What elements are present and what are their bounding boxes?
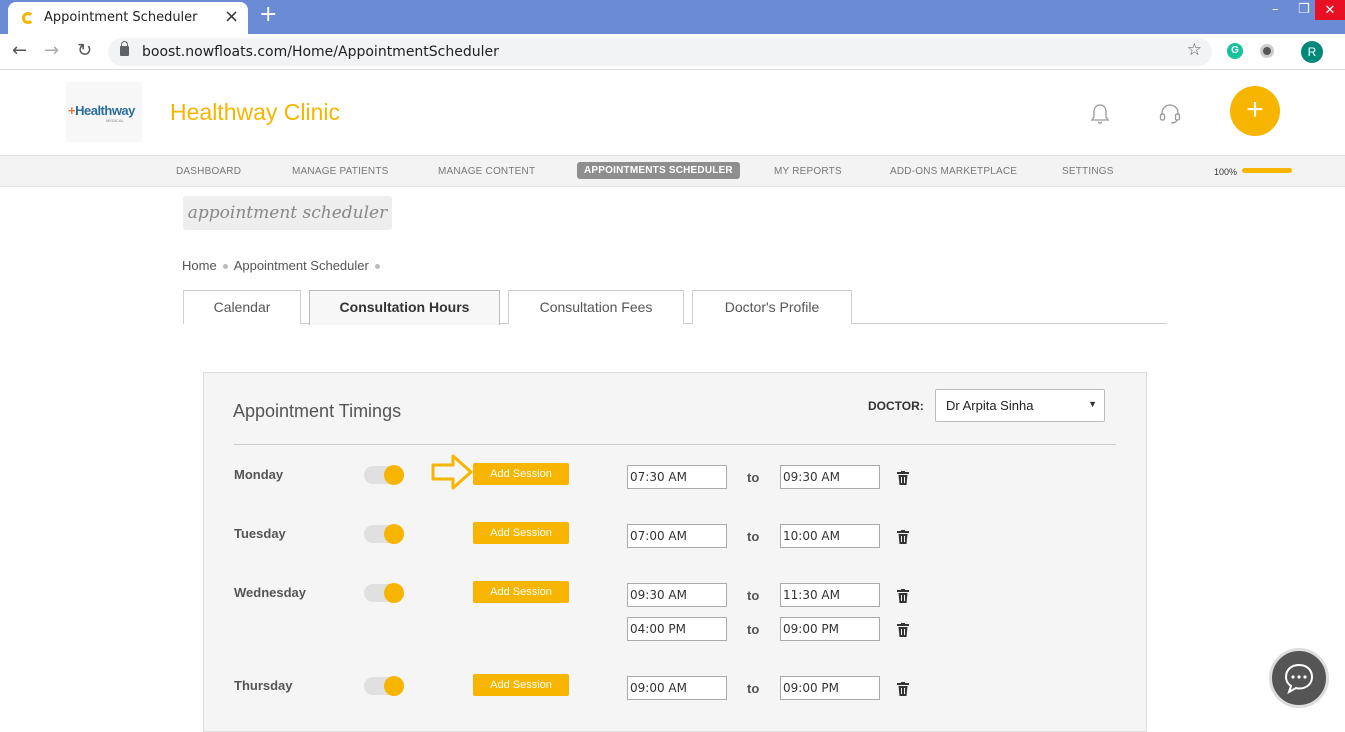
to-label: to: [747, 622, 760, 637]
appointment-timings-panel: Appointment Timings DOCTOR: Dr Arpita Si…: [203, 372, 1147, 732]
browser-tab[interactable]: Appointment Scheduler ×: [8, 2, 248, 34]
nav-dashboard[interactable]: DASHBOARD: [176, 166, 241, 177]
reload-icon[interactable]: ↻: [77, 40, 92, 61]
toggle-thursday[interactable]: [364, 676, 404, 696]
to-label: to: [747, 529, 760, 544]
nav-add-ons-marketplace[interactable]: ADD-ONS MARKETPLACE: [890, 166, 1017, 177]
doctor-select-value: Dr Arpita Sinha: [946, 398, 1034, 413]
favicon-icon: [22, 12, 34, 24]
restore-icon[interactable]: ❐: [1298, 2, 1310, 17]
panel-divider: [234, 444, 1116, 445]
main-nav: DASHBOARD MANAGE PATIENTS MANAGE CONTENT…: [0, 155, 1345, 187]
breadcrumb-home[interactable]: Home: [182, 258, 217, 273]
start-time-input[interactable]: 07:00 AM: [627, 524, 727, 548]
bookmark-star-icon[interactable]: ☆: [1187, 40, 1202, 60]
end-time-input[interactable]: 09:00 PM: [780, 617, 880, 641]
day-label-thursday: Thursday: [234, 678, 293, 693]
profile-completion-fill: [1242, 168, 1292, 173]
address-bar: ← → ↻ boost.nowfloats.com/Home/Appointme…: [0, 34, 1345, 70]
toggle-knob: [384, 465, 404, 485]
add-session-button-thursday[interactable]: Add Session: [473, 674, 569, 696]
trash-icon[interactable]: [897, 589, 909, 603]
toggle-wednesday[interactable]: [364, 583, 404, 603]
end-time-input[interactable]: 11:30 AM: [780, 583, 880, 607]
nav-manage-patients[interactable]: MANAGE PATIENTS: [292, 166, 389, 177]
profile-completion-bar: [1242, 168, 1292, 173]
start-time-input[interactable]: 07:30 AM: [627, 465, 727, 489]
page-title: appointment scheduler: [183, 196, 392, 230]
add-session-button-tuesday[interactable]: Add Session: [473, 522, 569, 544]
day-label-wednesday: Wednesday: [234, 585, 307, 600]
to-label: to: [747, 681, 760, 696]
grammarly-extension-icon[interactable]: G: [1227, 43, 1243, 59]
toggle-knob: [384, 583, 404, 603]
tab-doctors-profile[interactable]: Doctor's Profile: [692, 290, 852, 324]
nav-appointments-scheduler[interactable]: APPOINTMENTS SCHEDULER: [577, 162, 740, 179]
add-button[interactable]: +: [1230, 86, 1280, 136]
tab-consultation-hours[interactable]: Consultation Hours: [309, 290, 500, 325]
to-label: to: [747, 470, 760, 485]
start-time-input[interactable]: 09:30 AM: [627, 583, 727, 607]
chat-widget-button[interactable]: [1269, 648, 1329, 708]
nav-my-reports[interactable]: MY REPORTS: [774, 166, 842, 177]
breadcrumb-current: Appointment Scheduler: [233, 258, 369, 273]
new-tab-icon[interactable]: +: [259, 2, 277, 27]
lock-icon: [120, 41, 129, 56]
browser-tabbar: Appointment Scheduler × + – ❐ ✕: [0, 0, 1345, 34]
arrow-right-icon: [431, 454, 473, 490]
chat-icon: [1284, 663, 1314, 695]
profile-avatar[interactable]: R: [1301, 41, 1323, 63]
tab-calendar[interactable]: Calendar: [183, 290, 301, 324]
start-time-input[interactable]: 09:00 AM: [627, 676, 727, 700]
extension-icon[interactable]: [1260, 44, 1274, 58]
forward-icon[interactable]: →: [44, 40, 59, 61]
trash-icon[interactable]: [897, 530, 909, 544]
doctor-select[interactable]: Dr Arpita Sinha ▼: [935, 389, 1105, 422]
tab-consultation-fees[interactable]: Consultation Fees: [508, 290, 684, 324]
end-time-input[interactable]: 09:30 AM: [780, 465, 880, 489]
breadcrumb-separator: [222, 264, 228, 270]
toggle-monday[interactable]: [364, 465, 404, 485]
logo-name: Healthway: [75, 103, 135, 118]
support-headset-icon[interactable]: [1158, 102, 1182, 126]
notification-bell-icon[interactable]: [1090, 103, 1110, 125]
add-session-button-wednesday[interactable]: Add Session: [473, 581, 569, 603]
panel-title: Appointment Timings: [233, 401, 402, 421]
url-input[interactable]: boost.nowfloats.com/Home/AppointmentSche…: [108, 38, 1212, 66]
clinic-name: Healthway Clinic: [170, 99, 341, 125]
profile-completion-label: 100%: [1214, 167, 1238, 177]
day-label-monday: Monday: [234, 467, 284, 482]
nav-settings[interactable]: SETTINGS: [1062, 166, 1114, 177]
start-time-input[interactable]: 04:00 PM: [627, 617, 727, 641]
minimize-icon[interactable]: –: [1272, 2, 1279, 17]
close-tab-icon[interactable]: ×: [224, 6, 239, 27]
day-label-tuesday: Tuesday: [234, 526, 286, 541]
toggle-knob: [384, 524, 404, 544]
breadcrumb: Home Appointment Scheduler: [182, 258, 386, 273]
browser-tab-title: Appointment Scheduler: [44, 10, 198, 25]
breadcrumb-separator: [374, 264, 380, 270]
to-label: to: [747, 588, 760, 603]
logo-wordmark: +Healthway: [68, 103, 135, 118]
clinic-logo[interactable]: +Healthway MEDICAL: [66, 82, 142, 142]
trash-icon[interactable]: [897, 623, 909, 637]
chevron-down-icon: ▼: [1088, 399, 1097, 409]
end-time-input[interactable]: 09:00 PM: [780, 676, 880, 700]
trash-icon[interactable]: [897, 471, 909, 485]
nav-manage-content[interactable]: MANAGE CONTENT: [438, 166, 535, 177]
window-close-icon[interactable]: ✕: [1315, 0, 1345, 20]
trash-icon[interactable]: [897, 682, 909, 696]
logo-subtitle: MEDICAL: [106, 118, 124, 123]
end-time-input[interactable]: 10:00 AM: [780, 524, 880, 548]
url-text: boost.nowfloats.com/Home/AppointmentSche…: [142, 44, 499, 60]
add-session-button-monday[interactable]: Add Session: [473, 463, 569, 485]
doctor-label: DOCTOR:: [868, 399, 924, 413]
back-icon[interactable]: ←: [12, 40, 27, 61]
toggle-tuesday[interactable]: [364, 524, 404, 544]
toggle-knob: [384, 676, 404, 696]
